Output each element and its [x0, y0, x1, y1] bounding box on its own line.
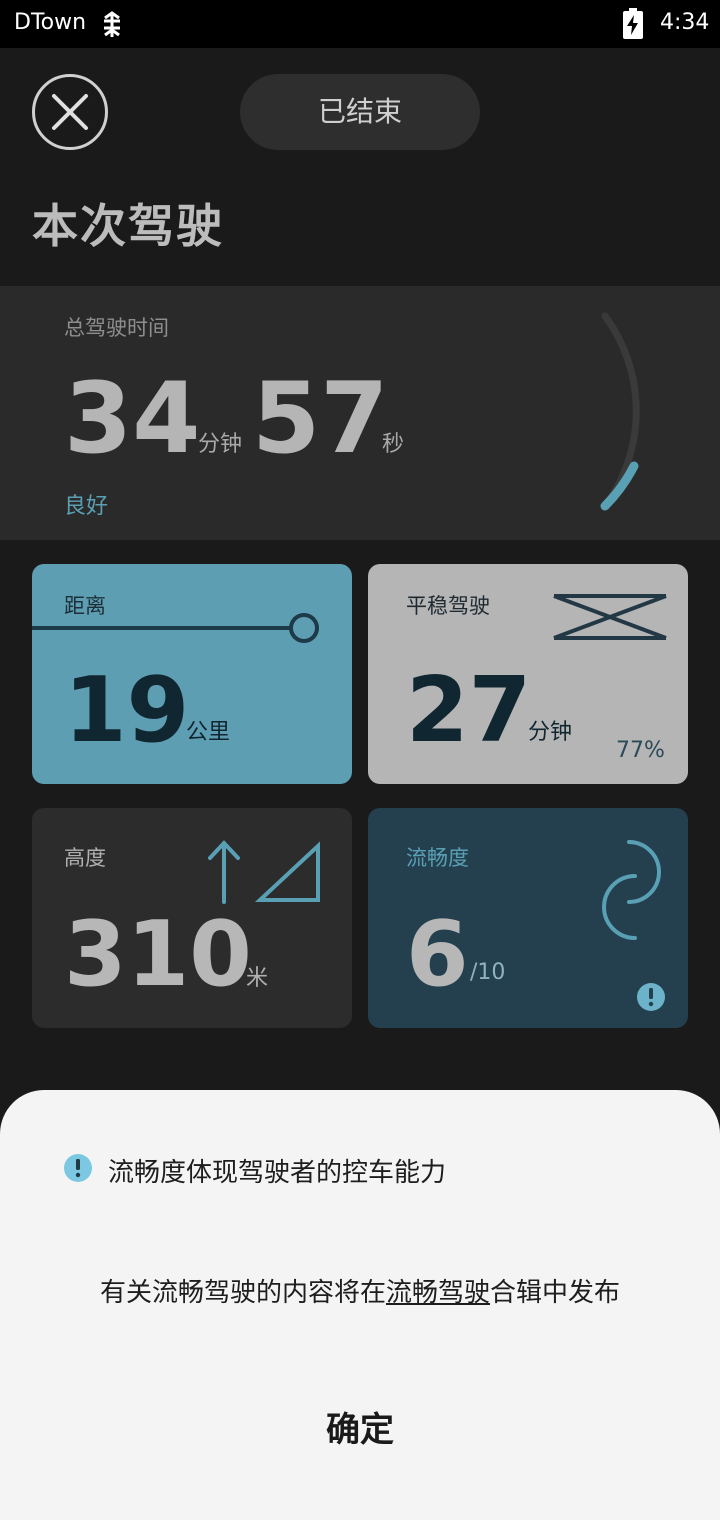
sheet-body: 有关流畅驾驶的内容将在流畅驾驶合辑中发布 — [0, 1272, 720, 1309]
fluency-info-sheet: 流畅度体现驾驶者的控车能力 有关流畅驾驶的内容将在流畅驾驶合辑中发布 确定 — [0, 1090, 720, 1520]
confirm-button[interactable]: 确定 — [260, 1390, 460, 1470]
drive-rating: 良好 — [64, 494, 109, 519]
status-bar: DTown 4:34 — [0, 0, 720, 48]
distance-value: 19 — [64, 658, 190, 763]
clock-time: 4:34 — [660, 10, 710, 35]
page-title: 本次驾驶 — [32, 199, 224, 253]
smooth-driving-percent: 77% — [616, 738, 665, 763]
battery-charging-icon — [622, 8, 644, 44]
close-icon — [52, 94, 88, 130]
fluency-card[interactable]: 流畅度 6 /10 — [368, 808, 688, 1028]
drive-status-badge: 已结束 — [240, 74, 480, 150]
smooth-driving-value: 27 — [406, 658, 532, 763]
sheet-title: 流畅度体现驾驶者的控车能力 — [108, 1158, 447, 1188]
carrier-label: DTown — [14, 10, 87, 35]
altitude-card[interactable]: 高度 310 米 — [32, 808, 352, 1028]
close-button[interactable] — [32, 74, 108, 150]
fluency-value: 6 — [406, 902, 469, 1007]
altitude-label: 高度 — [64, 846, 106, 870]
drive-summary-screen: 已结束 本次驾驶 总驾驶时间 34 分钟 57 秒 良好 距离 19 公里 平稳… — [0, 48, 720, 1520]
smooth-driving-card[interactable]: 平稳驾驶 27 分钟 77% — [368, 564, 688, 784]
elevation-icon — [208, 840, 320, 904]
sheet-body-text: 有关流畅驾驶的内容将在 — [99, 1278, 386, 1308]
minutes-unit: 分钟 — [198, 432, 243, 457]
distance-card[interactable]: 距离 19 公里 — [32, 564, 352, 784]
fluency-swirl-icon — [602, 840, 661, 940]
distance-track-icon — [32, 613, 319, 643]
smooth-driving-label: 平稳驾驶 — [406, 594, 490, 618]
info-icon — [64, 1154, 92, 1182]
fluency-unit: /10 — [470, 960, 506, 985]
fluency-label: 流畅度 — [406, 846, 469, 870]
seconds-value: 57 — [252, 362, 389, 476]
fluency-collection-link[interactable]: 流畅驾驶 — [386, 1278, 490, 1308]
altitude-value: 310 — [64, 902, 252, 1007]
minutes-value: 34 — [64, 362, 201, 476]
sheet-body-text-end: 合辑中发布 — [490, 1278, 621, 1308]
total-drive-time-label: 总驾驶时间 — [64, 316, 169, 340]
drive-time-gauge — [600, 312, 640, 511]
network-tower-icon — [100, 10, 124, 42]
hourglass-icon — [553, 594, 667, 640]
smooth-driving-unit: 分钟 — [528, 720, 573, 745]
distance-unit: 公里 — [186, 720, 231, 745]
seconds-unit: 秒 — [382, 432, 405, 457]
info-icon[interactable] — [636, 982, 666, 1012]
total-drive-time-panel: 总驾驶时间 34 分钟 57 秒 良好 — [0, 286, 720, 540]
altitude-unit: 米 — [246, 966, 269, 991]
